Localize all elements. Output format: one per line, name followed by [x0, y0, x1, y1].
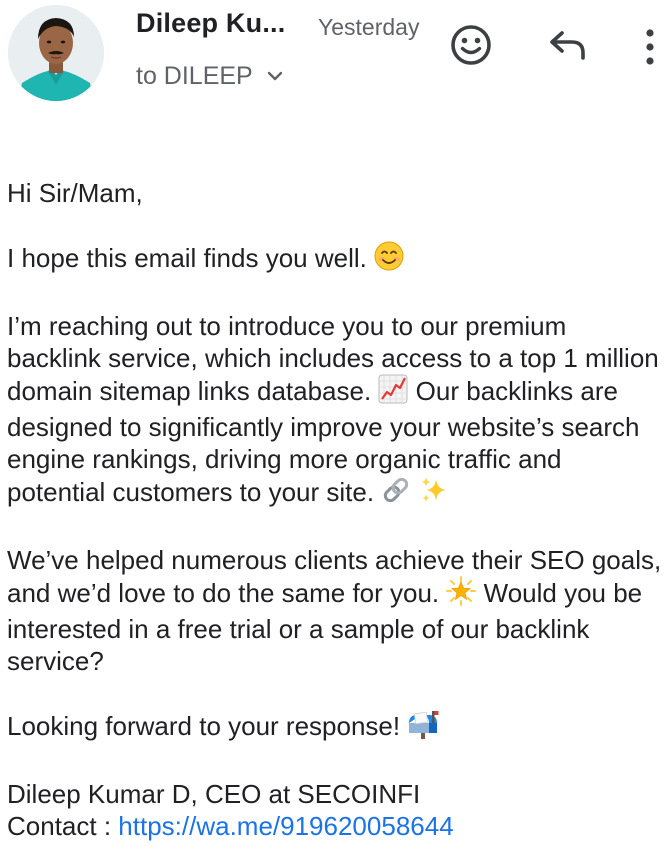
paragraph-intro-text: I hope this email finds you well.	[7, 243, 367, 273]
recipient-label: to DILEEP	[136, 61, 253, 90]
recipient-details-toggle[interactable]: to DILEEP	[136, 60, 285, 92]
paragraph-offer: We’ve helped numerous clients achieve th…	[7, 544, 665, 677]
paragraph-intro: I hope this email finds you well.	[7, 241, 665, 278]
more-vertical-icon	[646, 29, 654, 65]
reply-arrow-icon	[550, 31, 585, 60]
reply-button[interactable]	[543, 22, 593, 68]
whatsapp-contact-link[interactable]: https://wa.me/919620058644	[118, 811, 453, 841]
contact-line: Contact : https://wa.me/919620058644	[7, 810, 665, 842]
chart-increasing-emoji-icon	[378, 374, 408, 411]
avatar-photo	[8, 5, 104, 101]
greeting: Hi Sir/Mam,	[7, 177, 665, 209]
more-options-button[interactable]	[630, 22, 666, 72]
smiling-emoji-icon	[374, 241, 404, 278]
timestamp: Yesterday	[318, 14, 420, 40]
chevron-down-icon	[265, 66, 285, 86]
link-emoji-icon	[381, 475, 411, 512]
sparkles-emoji-icon	[419, 475, 449, 512]
message-header: Dileep Ku... Yesterday to DILEEP	[0, 0, 666, 110]
sender-avatar[interactable]	[8, 5, 104, 101]
contact-label: Contact :	[7, 811, 112, 841]
smiley-face-icon	[451, 25, 491, 65]
paragraph-closing-text: Looking forward to your response!	[7, 711, 401, 741]
paragraph-closing: Looking forward to your response!	[7, 709, 665, 746]
add-reaction-button[interactable]	[446, 20, 496, 70]
signature-text: Dileep Kumar D, CEO at SECOINFI	[7, 779, 421, 809]
email-body: Hi Sir/Mam, I hope this email finds you …	[7, 177, 665, 842]
paragraph-service: I’m reaching out to introduce you to our…	[7, 310, 665, 512]
glowing-star-emoji-icon	[446, 576, 477, 613]
greeting-text: Hi Sir/Mam,	[7, 178, 143, 208]
signature: Dileep Kumar D, CEO at SECOINFI	[7, 778, 665, 810]
mailbox-emoji-icon	[407, 709, 439, 746]
sender-name[interactable]: Dileep Ku...	[136, 8, 285, 39]
